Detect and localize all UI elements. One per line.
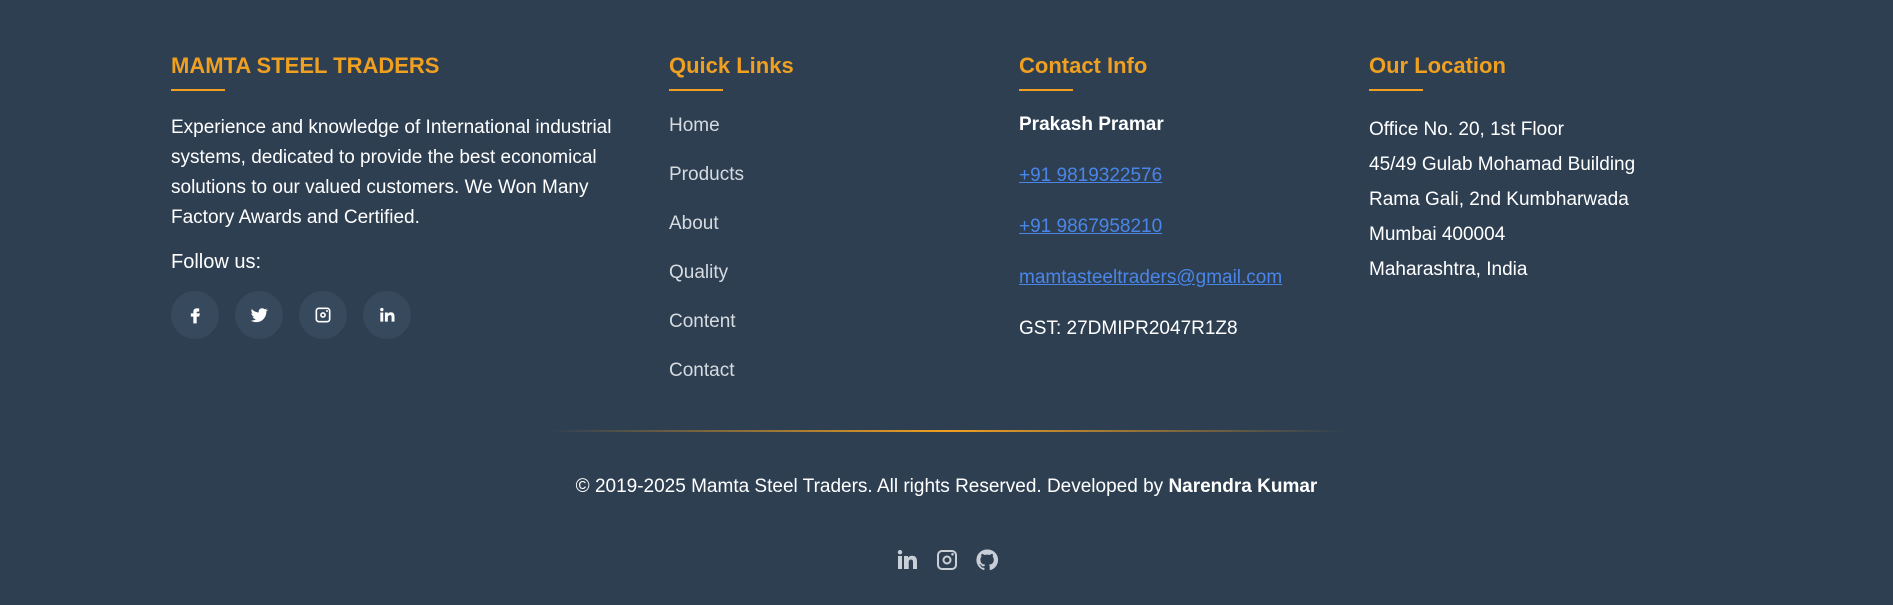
title-underline: [1369, 89, 1423, 91]
instagram-icon: [936, 550, 957, 570]
address-line: Rama Gali, 2nd Kumbharwada: [1369, 189, 1629, 210]
location-title: Our Location: [1369, 53, 1506, 78]
twitter-button[interactable]: [235, 291, 283, 339]
location-section: Our Location Office No. 20, 1st Floor 45…: [1369, 50, 1729, 287]
developer-github-button[interactable]: [975, 548, 999, 572]
address-line: 45/49 Gulab Mohamad Building: [1369, 154, 1636, 175]
copyright-text: © 2019-2025 Mamta Steel Traders. All rig…: [0, 475, 1893, 499]
address-line: Office No. 20, 1st Floor: [1369, 119, 1565, 140]
footer-divider: [548, 430, 1345, 432]
link-products[interactable]: Products: [669, 163, 969, 212]
link-content[interactable]: Content: [669, 310, 969, 359]
phone-link-2[interactable]: +91 9867958210: [1019, 215, 1339, 239]
contact-name: Prakash Pramar: [1019, 114, 1164, 135]
developer-linkedin-button[interactable]: [895, 548, 919, 572]
address-line: Mumbai 400004: [1369, 224, 1506, 245]
social-links: [171, 291, 621, 339]
email-link[interactable]: mamtasteeltraders@gmail.com: [1019, 266, 1339, 290]
developer-social-links: [0, 548, 1893, 572]
instagram-button[interactable]: [299, 291, 347, 339]
link-home[interactable]: Home: [669, 114, 969, 163]
copyright-notice: © 2019-2025 Mamta Steel Traders. All rig…: [575, 476, 1164, 497]
developer-name: Narendra Kumar: [1168, 476, 1318, 497]
title-underline: [669, 89, 723, 91]
link-contact[interactable]: Contact: [669, 359, 969, 408]
linkedin-button[interactable]: [363, 291, 411, 339]
contact-section: Contact Info Prakash Pramar +91 98193225…: [1019, 50, 1339, 341]
address-line: Maharashtra, India: [1369, 259, 1528, 280]
quick-links-list: Home Products About Quality Content Cont…: [669, 114, 969, 408]
developer-instagram-button[interactable]: [935, 548, 959, 572]
github-icon: [975, 549, 998, 571]
address-block: Office No. 20, 1st Floor 45/49 Gulab Moh…: [1369, 112, 1729, 287]
gst-number: GST: 27DMIPR2047R1Z8: [1019, 318, 1238, 339]
company-title: MAMTA STEEL TRADERS: [171, 53, 440, 78]
contact-title: Contact Info: [1019, 53, 1148, 78]
link-quality[interactable]: Quality: [669, 261, 969, 310]
title-underline: [1019, 89, 1073, 91]
facebook-button[interactable]: [171, 291, 219, 339]
follow-label: Follow us:: [171, 251, 262, 273]
quick-links-section: Quick Links Home Products About Quality …: [669, 50, 969, 408]
instagram-icon: [315, 307, 331, 323]
quick-links-title: Quick Links: [669, 53, 794, 78]
linkedin-icon: [380, 307, 395, 322]
phone-link-1[interactable]: +91 9819322576: [1019, 164, 1339, 188]
title-underline: [171, 89, 225, 91]
facebook-icon: [190, 308, 200, 324]
link-about[interactable]: About: [669, 212, 969, 261]
linkedin-icon: [897, 550, 917, 569]
about-description: Experience and knowledge of Internationa…: [171, 117, 612, 228]
about-section: MAMTA STEEL TRADERS Experience and knowl…: [171, 50, 621, 339]
twitter-icon: [250, 308, 269, 323]
